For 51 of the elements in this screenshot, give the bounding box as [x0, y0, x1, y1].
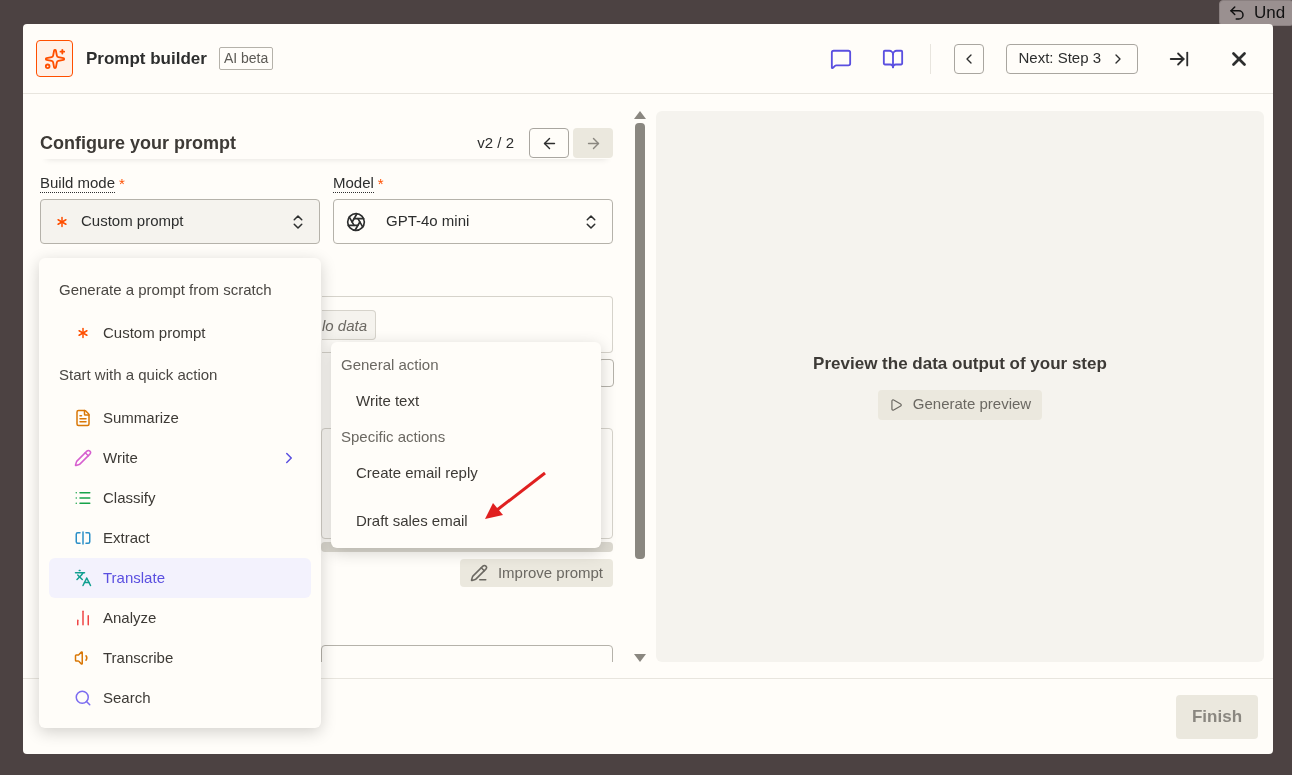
menu-item[interactable]: Classify [49, 478, 311, 518]
scrollbar-thumb[interactable] [634, 123, 645, 559]
list-icon [74, 489, 92, 507]
modal-title: Prompt builder [86, 47, 207, 70]
beta-badge: AI beta [218, 47, 274, 70]
search-icon [74, 689, 92, 707]
menu-item[interactable]: Write [49, 438, 311, 478]
required-mark: * [119, 174, 125, 194]
improve-prompt-button[interactable]: Improve prompt [459, 559, 613, 587]
previous-version-button[interactable] [529, 128, 569, 158]
menu-heading: Specific actions [341, 427, 447, 447]
feedback-icon[interactable] [830, 47, 853, 70]
preview-title: Preview the data output of your step [813, 353, 1107, 375]
menu-item[interactable]: Create email reply [341, 449, 591, 497]
version-label: v2 / 2 [477, 132, 514, 153]
previous-step-button[interactable] [954, 43, 985, 74]
logo-icon [36, 40, 73, 77]
data-pill: lo data [322, 310, 377, 340]
menu-item[interactable]: Transcribe [49, 638, 311, 678]
aperture-icon [346, 211, 366, 232]
menu-heading: Start with a quick action [58, 365, 219, 385]
menu-item[interactable]: Search [49, 678, 311, 718]
field-label: Model [333, 173, 374, 193]
section-title: Configure your prompt [40, 131, 236, 155]
model-select[interactable]: GPT-4o mini [333, 199, 613, 244]
menu-item[interactable]: Analyze [49, 598, 311, 638]
required-mark: * [377, 174, 384, 194]
translate-icon [74, 569, 92, 587]
menu-item[interactable]: Summarize [49, 398, 311, 438]
book-icon[interactable] [882, 47, 905, 70]
play-icon [888, 397, 903, 412]
pencil-icon [469, 564, 488, 582]
scroll-down-icon[interactable] [633, 654, 646, 662]
generate-preview-button[interactable]: Generate preview [877, 389, 1043, 420]
menu-item[interactable]: Extract [49, 518, 311, 558]
build-mode-select[interactable]: Custom prompt [40, 199, 320, 244]
menu-item[interactable]: Custom prompt [49, 313, 311, 353]
menu-heading: General action [341, 355, 440, 375]
bar-chart-icon [74, 609, 92, 627]
menu-item[interactable]: Translate [49, 558, 311, 598]
split-square-icon [74, 529, 92, 547]
arrow-drawing [483, 470, 549, 522]
document-icon [74, 409, 92, 427]
undo-button[interactable]: Und [1219, 0, 1292, 26]
menu-item[interactable]: Draft sales email [341, 497, 591, 545]
undo-icon [1228, 4, 1246, 22]
menu-item[interactable]: Write text [341, 377, 591, 425]
next-step-button[interactable]: Next: Step 3 [1006, 43, 1138, 74]
menu-heading: Generate a prompt from scratch [58, 280, 273, 300]
field-label: Build mode [40, 173, 116, 193]
pencil-icon [74, 449, 92, 467]
